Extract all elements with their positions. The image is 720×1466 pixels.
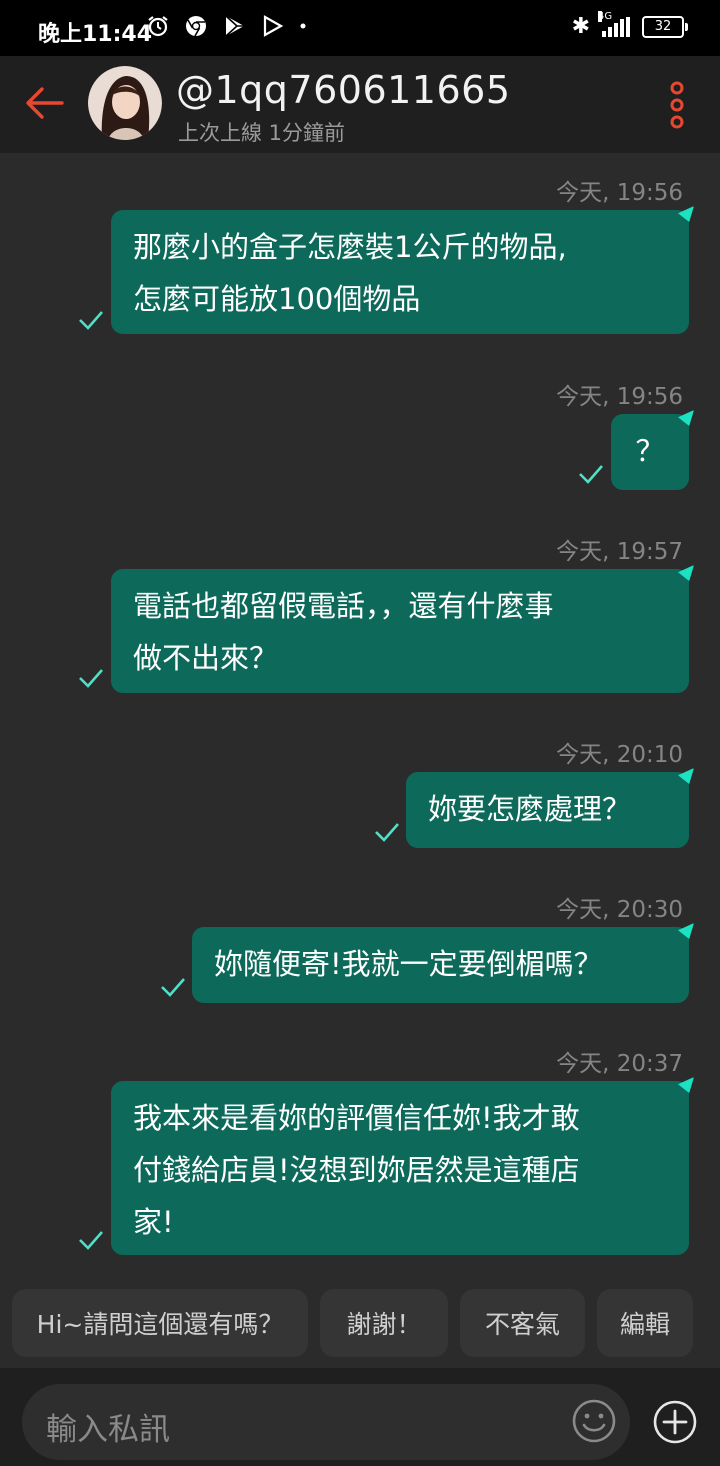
avatar[interactable] xyxy=(88,66,162,140)
message-line: ？ xyxy=(635,434,665,468)
chat-username[interactable]: @1qq760611665 xyxy=(176,68,511,112)
alarm-icon xyxy=(148,16,168,37)
status-time: 晚上11:44 xyxy=(38,22,153,47)
bubble-tail xyxy=(678,768,694,784)
bubble-tail xyxy=(678,410,694,426)
status-icons xyxy=(146,14,308,38)
message-input[interactable]: 輸入私訊 xyxy=(22,1384,630,1460)
quick-reply-chip[interactable]: Hi~請問這個還有嗎？ xyxy=(12,1289,308,1357)
message-line: 怎麼可能放100個物品 xyxy=(133,282,421,316)
message-bubble[interactable]: 我本來是看妳的評價信任妳!我才敢 付錢給店員!沒想到妳居然是這種店 家! xyxy=(111,1077,694,1255)
message-input-bar: 輸入私訊 xyxy=(0,1368,720,1466)
sent-check-icon xyxy=(161,978,185,997)
message-line: 妳隨便寄!我就一定要倒楣嗎？ xyxy=(214,947,603,981)
play-icon xyxy=(263,15,284,37)
network-type: 4G xyxy=(598,10,613,22)
message-timestamp: 今天, 19:56 xyxy=(556,384,683,410)
message-line: 我本來是看妳的評價信任妳!我才敢 xyxy=(133,1101,580,1135)
message-line: 電話也都留假電話，，還有什麼事 xyxy=(133,589,554,623)
chat-header: @1qq760611665 上次上線 1分鐘前 xyxy=(0,56,720,153)
bubble-tail xyxy=(678,206,694,222)
more-options-icon[interactable] xyxy=(666,80,688,130)
message-line: 做不出來？ xyxy=(133,641,279,675)
dot-icon xyxy=(300,23,306,29)
message-timestamp: 今天, 19:56 xyxy=(556,180,683,206)
bubble-tail xyxy=(678,565,694,581)
last-seen-status: 上次上線 1分鐘前 xyxy=(178,121,346,145)
message-line: 妳要怎麼處理？ xyxy=(428,792,632,826)
sent-check-icon xyxy=(579,465,603,484)
chrome-icon xyxy=(186,16,206,37)
message-line: 那麼小的盒子怎麼裝1公斤的物品, xyxy=(133,230,567,264)
status-right: ✱ 4G 32 xyxy=(571,10,688,39)
edit-quick-replies-button[interactable]: 編輯 xyxy=(597,1289,693,1357)
back-arrow-icon[interactable] xyxy=(22,81,66,125)
message-line: 家! xyxy=(133,1205,174,1239)
battery-icon: 32 xyxy=(642,15,688,38)
play-store-icon xyxy=(225,15,244,37)
sent-check-icon xyxy=(79,311,103,330)
sent-check-icon xyxy=(79,1231,103,1250)
quick-reply-chip[interactable]: 謝謝！ xyxy=(320,1289,448,1357)
add-attachment-icon[interactable] xyxy=(652,1399,698,1445)
emoji-icon[interactable] xyxy=(571,1398,617,1444)
message-bubble[interactable]: ？ xyxy=(611,410,694,490)
message-input-placeholder: 輸入私訊 xyxy=(46,1412,170,1448)
quick-reply-chip[interactable]: 不客氣 xyxy=(460,1289,585,1357)
message-timestamp: 今天, 19:57 xyxy=(556,539,683,565)
message-timestamp: 今天, 20:30 xyxy=(556,897,683,923)
battery-level: 32 xyxy=(654,19,672,34)
message-timestamp: 今天, 20:10 xyxy=(556,742,683,768)
bubble-tail xyxy=(678,923,694,939)
signal-icon: 4G xyxy=(598,10,630,37)
status-bar: 晚上11:44 ✱ 4G 32 xyxy=(0,0,720,56)
message-bubble[interactable]: 妳要怎麼處理？ xyxy=(406,768,694,848)
sent-check-icon xyxy=(375,823,399,842)
message-bubble[interactable]: 電話也都留假電話，，還有什麼事 做不出來？ xyxy=(111,565,694,693)
quick-reply-bar: Hi~請問這個還有嗎？ 謝謝！ 不客氣 編輯 xyxy=(0,1287,720,1359)
message-timestamp: 今天, 20:37 xyxy=(556,1051,683,1077)
message-line: 付錢給店員!沒想到妳居然是這種店 xyxy=(133,1153,580,1187)
message-bubble[interactable]: 那麼小的盒子怎麼裝1公斤的物品, 怎麼可能放100個物品 xyxy=(111,206,694,334)
sent-check-icon xyxy=(79,669,103,688)
bubble-tail xyxy=(678,1077,694,1093)
message-bubble[interactable]: 妳隨便寄!我就一定要倒楣嗎？ xyxy=(192,923,694,1003)
bluetooth-icon: ✱ xyxy=(571,14,590,39)
